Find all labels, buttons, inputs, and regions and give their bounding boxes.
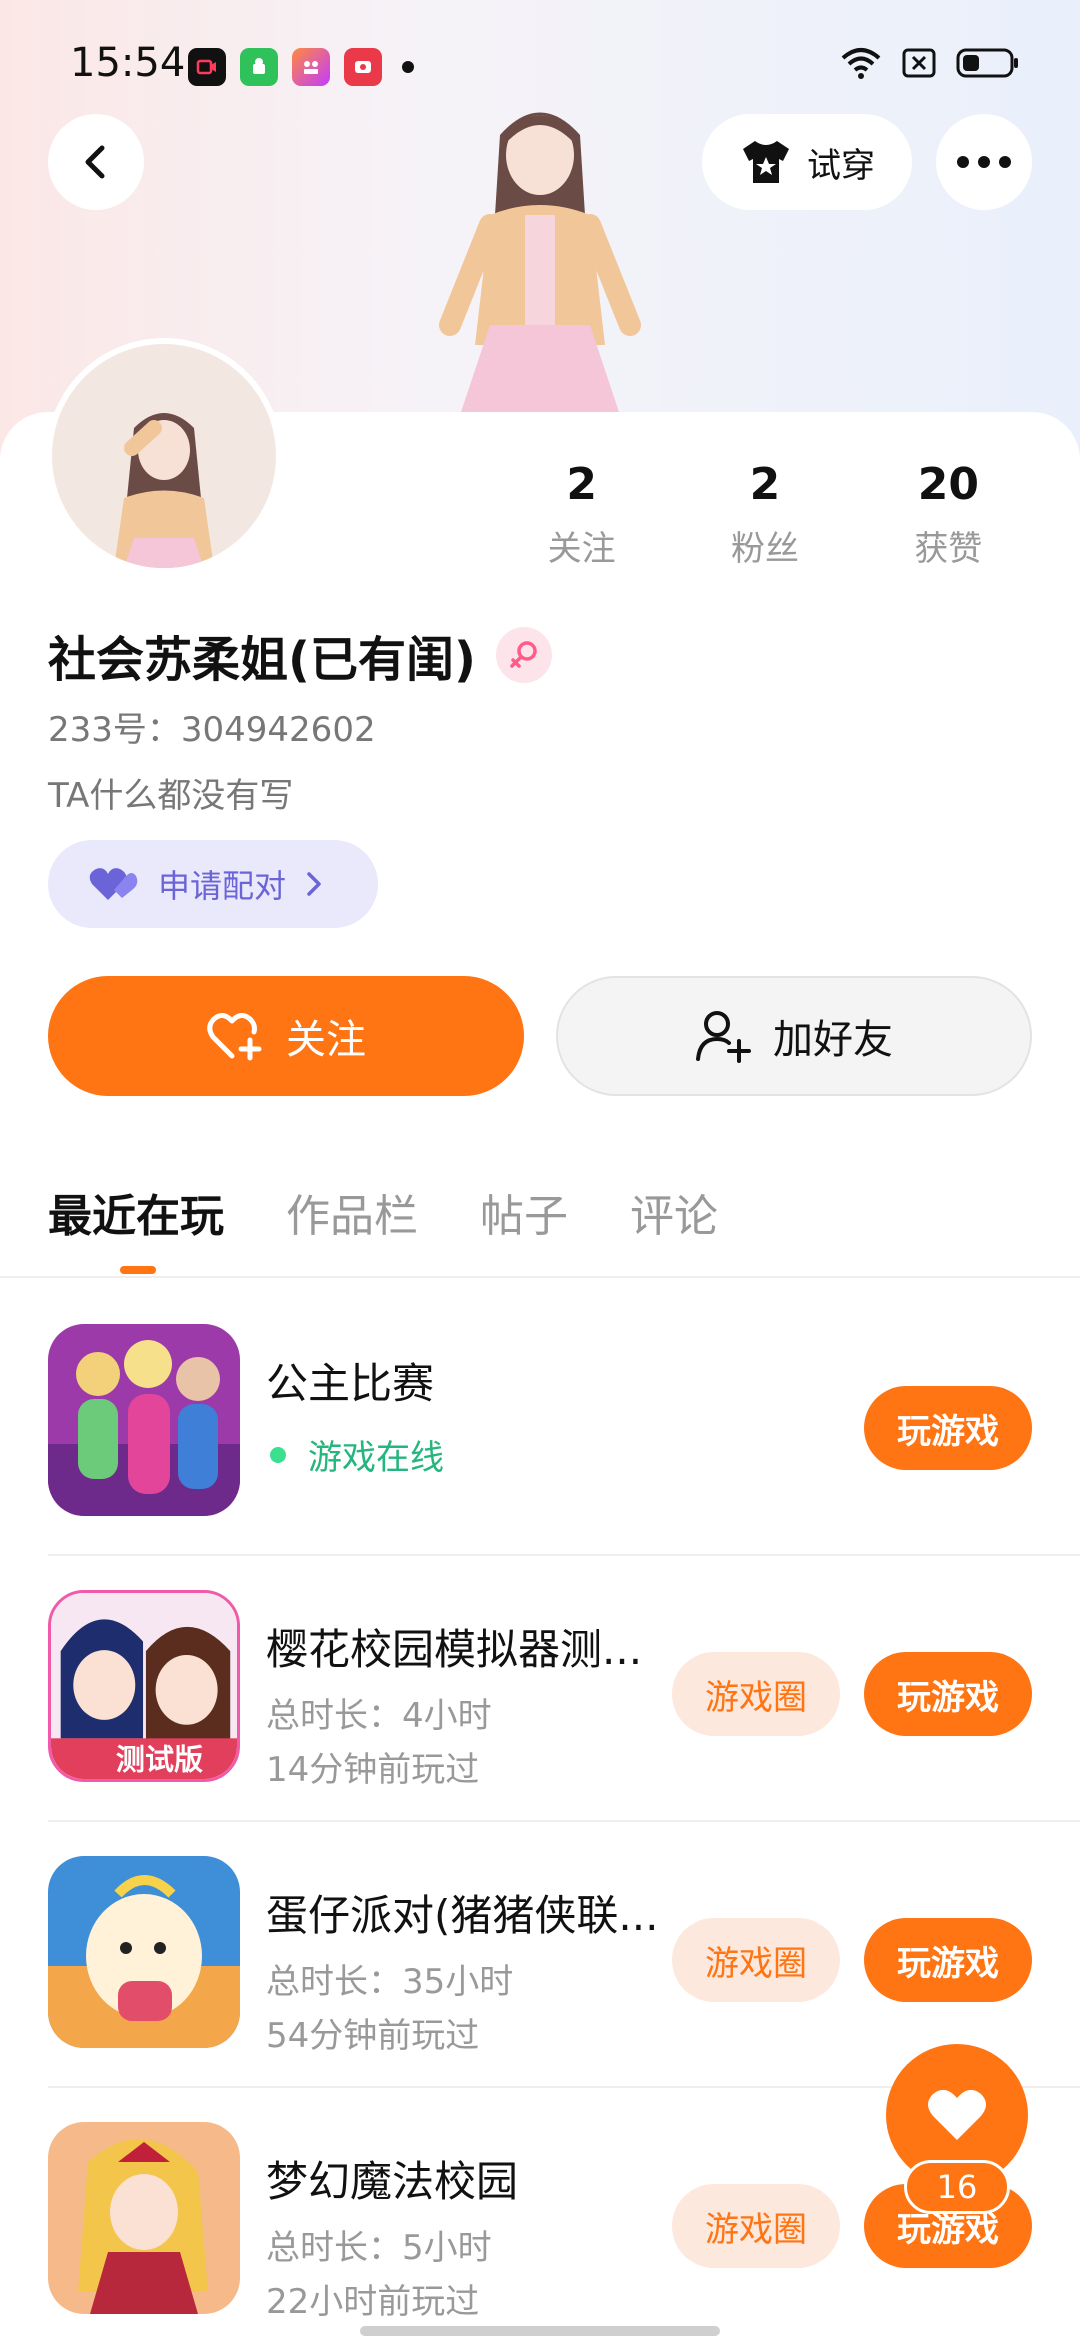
try-on-label: 试穿 xyxy=(807,145,875,186)
username: 社会苏柔姐(已有闺) xyxy=(48,632,476,688)
heart-plus-icon xyxy=(207,1013,262,1061)
list-item[interactable]: 公主比赛 游戏在线 玩游戏 xyxy=(48,1290,1080,1556)
notification-dot-icon xyxy=(402,61,414,73)
online-dot-icon xyxy=(270,1446,286,1463)
tab-posts[interactable]: 帖子 xyxy=(480,1180,568,1244)
add-user-icon xyxy=(696,1011,751,1063)
list-item[interactable]: 测试版 樱花校园模拟器测... 总时长：4小时 14分钟前玩过 游戏圈 玩游戏 xyxy=(48,1556,1080,1822)
chevron-right-icon xyxy=(307,872,321,896)
game-last-played: 22小时前玩过 xyxy=(266,2282,480,2322)
status-time: 15:54 xyxy=(70,40,186,86)
game-total-duration: 总时长：5小时 xyxy=(266,2228,492,2268)
double-heart-icon xyxy=(89,868,138,900)
female-gender-icon xyxy=(495,627,552,683)
follow-label: 关注 xyxy=(286,1017,366,1063)
add-friend-label: 加好友 xyxy=(773,1017,893,1063)
status-app-icons xyxy=(188,48,414,86)
game-last-played: 54分钟前玩过 xyxy=(266,2016,480,2056)
more-options-button[interactable] xyxy=(936,114,1032,210)
play-game-button[interactable]: 玩游戏 xyxy=(864,1918,1032,2002)
avatar-image xyxy=(114,413,214,568)
request-pair-button[interactable]: 申请配对 xyxy=(48,840,378,928)
game-total-duration: 总时长：4小时 xyxy=(266,1696,492,1736)
avatar[interactable] xyxy=(46,338,282,574)
following-count: 2 xyxy=(566,459,597,510)
wifi-icon xyxy=(841,48,881,79)
game-circle-button[interactable]: 游戏圈 xyxy=(672,2184,840,2268)
status-system-icons xyxy=(840,46,1020,80)
game-circle-button[interactable]: 游戏圈 xyxy=(672,1652,840,1736)
game-icon-sakura-school: 测试版 xyxy=(48,1590,240,1782)
icon-badge-text: 测试版 xyxy=(116,1743,203,1776)
game-title: 梦幻魔法校园 xyxy=(266,2157,519,2206)
game-title: 蛋仔派对(猪猪侠联... xyxy=(266,1891,659,1940)
more-dots-icon xyxy=(957,156,1011,168)
battery-icon xyxy=(956,48,1018,78)
avatar-character-image xyxy=(439,112,641,415)
stat-following[interactable]: 2 关注 xyxy=(490,455,673,570)
tab-comments[interactable]: 评论 xyxy=(630,1180,718,1244)
like-count-badge: 16 xyxy=(904,2160,1010,2214)
username-row: 社会苏柔姐(已有闺) xyxy=(48,620,552,690)
user-id: 233号：304942602 xyxy=(48,710,376,750)
game-icon-princess-contest xyxy=(48,1324,240,1516)
likes-count: 20 xyxy=(917,459,979,510)
list-item[interactable]: 蛋仔派对(猪猪侠联... 总时长：35小时 54分钟前玩过 游戏圈 玩游戏 xyxy=(48,1822,1080,2088)
play-game-button[interactable]: 玩游戏 xyxy=(864,1652,1032,1736)
online-status-label: 游戏在线 xyxy=(308,1438,444,1478)
add-friend-button[interactable]: 加好友 xyxy=(556,976,1032,1096)
game-online-status: 游戏在线 xyxy=(266,1430,444,1479)
stat-likes[interactable]: 20 获赞 xyxy=(857,455,1040,570)
game-title: 樱花校园模拟器测... xyxy=(266,1625,643,1674)
sim-icon xyxy=(902,48,936,78)
play-game-button[interactable]: 玩游戏 xyxy=(864,1386,1032,1470)
camera-app-icon xyxy=(292,48,330,86)
try-on-button[interactable]: 试穿 xyxy=(702,114,912,210)
game-icon-eggy-party xyxy=(48,1856,240,2048)
game-total-duration: 总时长：35小时 xyxy=(266,1962,514,2002)
likes-label: 获赞 xyxy=(914,529,983,569)
user-bio: TA什么都没有写 xyxy=(48,776,294,816)
profile-page: 15:54 试穿 2 关注 2 粉丝 20 获赞 社会苏柔姐(已有闺) 233号… xyxy=(0,0,1080,2340)
tshirt-icon xyxy=(743,141,789,183)
tab-recently-played[interactable]: 最近在玩 xyxy=(48,1180,224,1244)
home-indicator[interactable] xyxy=(360,2326,720,2336)
chevron-left-icon xyxy=(85,145,105,179)
game-last-played: 14分钟前玩过 xyxy=(266,1750,480,1790)
active-tab-indicator xyxy=(120,1266,156,1274)
stat-followers[interactable]: 2 粉丝 xyxy=(673,455,856,570)
heart-icon xyxy=(928,2089,986,2140)
game-title: 公主比赛 xyxy=(266,1359,435,1408)
following-label: 关注 xyxy=(547,529,616,569)
follow-button[interactable]: 关注 xyxy=(48,976,524,1096)
tab-works[interactable]: 作品栏 xyxy=(286,1180,418,1244)
profile-tabs: 最近在玩 作品栏 帖子 评论 xyxy=(48,1180,718,1244)
tabs-divider xyxy=(0,1276,1080,1278)
followers-label: 粉丝 xyxy=(730,529,799,569)
profile-stats: 2 关注 2 粉丝 20 获赞 xyxy=(490,455,1040,570)
video-app-icon xyxy=(188,48,226,86)
back-button[interactable] xyxy=(48,114,144,210)
android-app-icon xyxy=(240,48,278,86)
screen-record-icon xyxy=(344,48,382,86)
game-circle-button[interactable]: 游戏圈 xyxy=(672,1918,840,2002)
game-icon-magic-school xyxy=(48,2122,240,2314)
followers-count: 2 xyxy=(749,459,781,510)
request-pair-label: 申请配对 xyxy=(158,867,287,905)
